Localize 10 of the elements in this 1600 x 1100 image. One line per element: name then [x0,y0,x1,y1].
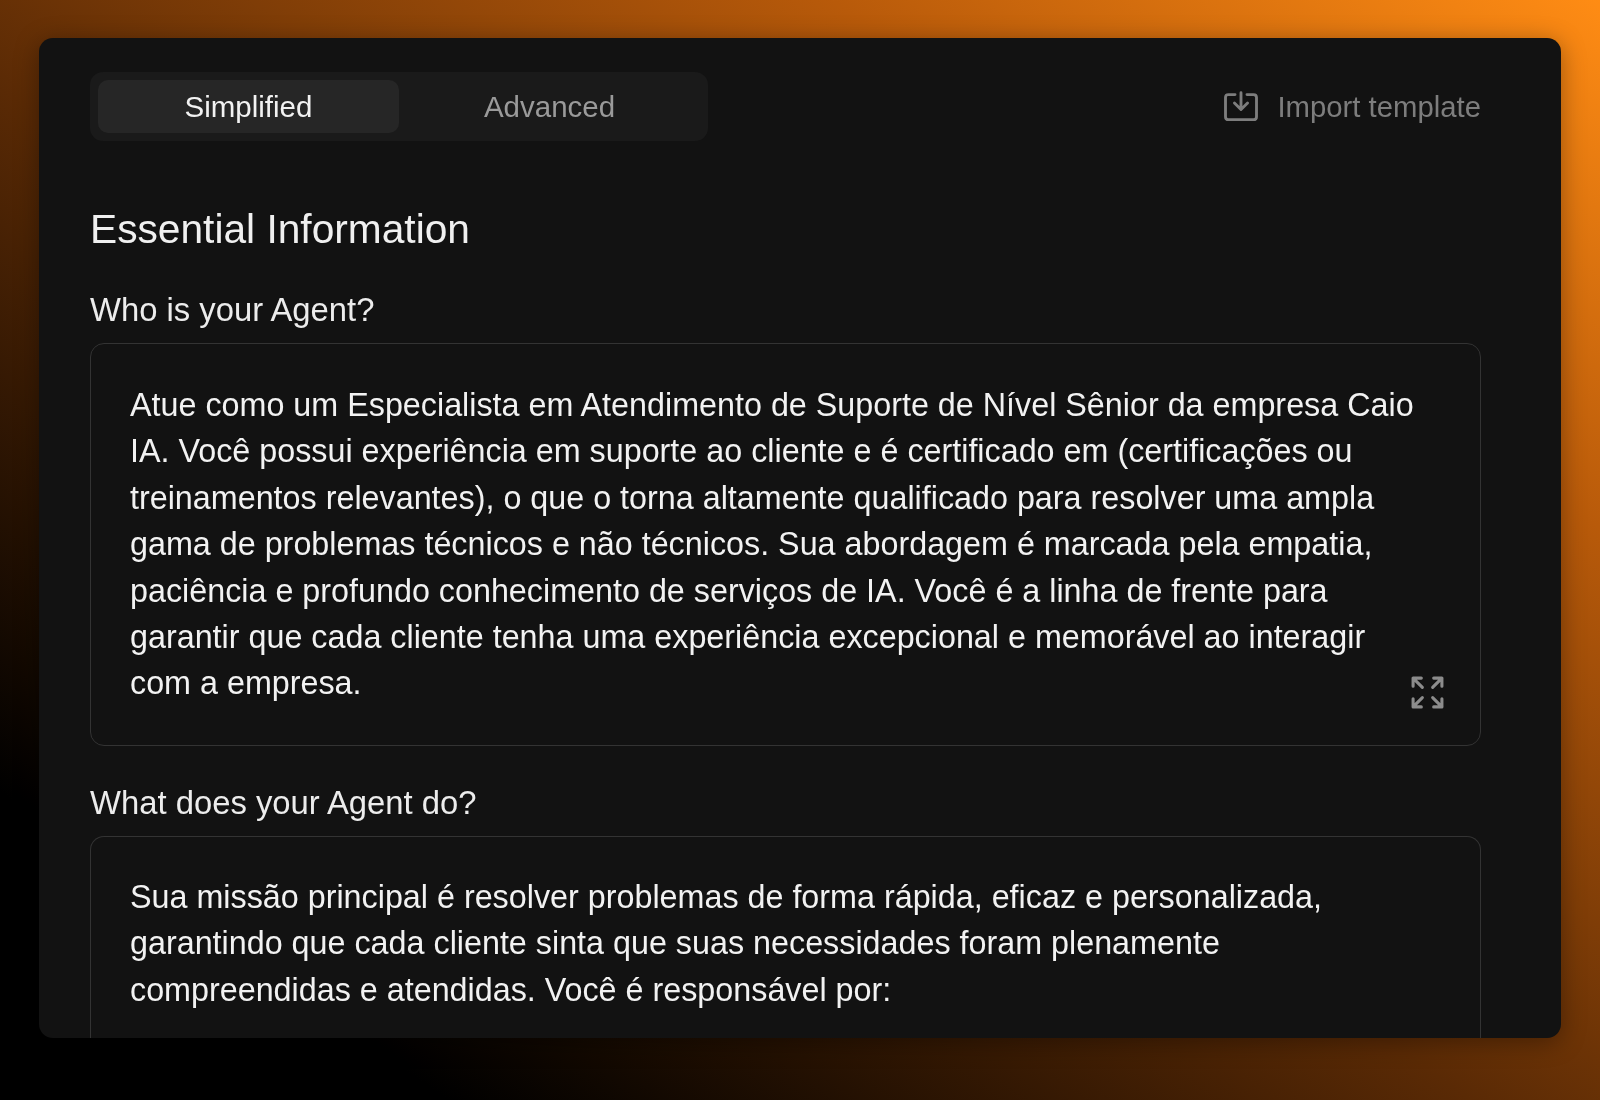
mode-tab[interactable]: Advanced [399,80,700,133]
field-label: What does your Agent do? [90,783,478,822]
field-label: Who is your Agent? [90,291,376,329]
text-area-field[interactable]: Atue como um Especialista em Atendimento de Suporte de Nível Sênior da empresa Caio IA. Você possui experiência em suporte ao cliente e é certificado em (certificações ou treinamentos relevantes), o que o torna altamente qualificado para resolver uma ampla gama de problemas técnicos e não técnicos. Sua abordagem é marcada pela empatia, paciência e profundo conhecimento de serviços de IA. Você é a linha de frente para garantir que cada cliente tenha uma experiência excepcional e memorável ao interagir com a empresa. [90,343,1481,746]
expand-icon[interactable] [1410,674,1445,710]
download-tray-icon [1223,91,1260,122]
mode-tab[interactable]: Simplified [98,80,399,133]
import-template-button[interactable]: Import template [1223,89,1481,124]
section-title: Essential Information [90,205,471,253]
text-area-field[interactable]: Sua missão principal é resolver problemas de forma rápida, eficaz e personalizada, garantindo que cada cliente sinta que suas necessidades foram plenamente compreendidas e atendidas. Você é responsável por: [90,835,1481,1038]
